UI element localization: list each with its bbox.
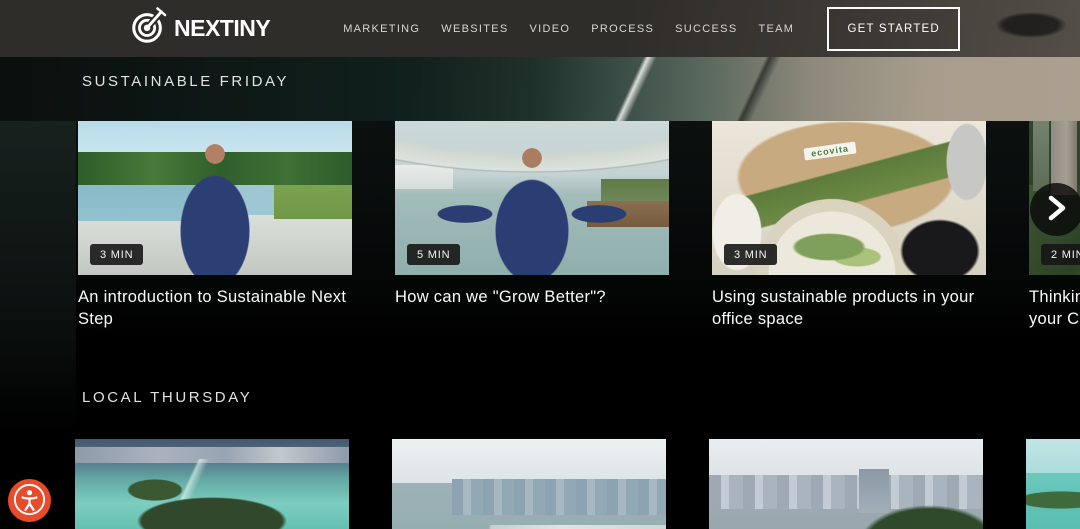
video-card — [75, 439, 349, 529]
nav-item-process[interactable]: PROCESS — [591, 23, 654, 35]
video-thumbnail[interactable]: 5 MIN — [395, 121, 669, 275]
video-title[interactable]: Thinkin your Cu — [1029, 286, 1080, 331]
video-thumbnail[interactable] — [709, 439, 983, 529]
duration-badge: 3 MIN — [724, 244, 777, 265]
video-title[interactable]: An introduction to Sustainable Next Step — [78, 286, 352, 331]
video-card — [392, 439, 666, 529]
duration-badge: 2 MIN — [1041, 244, 1080, 265]
main-nav: MARKETING WEBSITES VIDEO PROCESS SUCCESS… — [343, 23, 794, 35]
video-card — [709, 439, 983, 529]
logo-text: NEXTINY — [174, 15, 270, 42]
nav-item-success[interactable]: SUCCESS — [675, 23, 737, 35]
video-title[interactable]: Using sustainable products in your offic… — [712, 286, 986, 331]
chevron-right-icon — [1047, 195, 1067, 224]
section-title-local-thursday: LOCAL THURSDAY — [82, 389, 252, 406]
video-card: 5 MIN How can we "Grow Better"? — [395, 121, 669, 331]
nav-item-team[interactable]: TEAM — [758, 23, 794, 35]
video-row-sustainable-friday: 3 MIN An introduction to Sustainable Nex… — [78, 121, 1080, 331]
accessibility-widget-button[interactable] — [8, 479, 51, 522]
video-title[interactable]: How can we "Grow Better"? — [395, 286, 669, 308]
ecovita-box-label: ecovita — [803, 141, 856, 160]
video-thumbnail[interactable] — [1026, 439, 1080, 529]
page: NEXTINY MARKETING WEBSITES VIDEO PROCESS… — [0, 0, 1080, 529]
nav-item-websites[interactable]: WEBSITES — [441, 23, 508, 35]
accessibility-person-icon — [11, 481, 48, 521]
section-title-sustainable-friday: SUSTAINABLE FRIDAY — [82, 73, 289, 90]
video-thumbnail[interactable] — [392, 439, 666, 529]
target-arrow-icon — [129, 7, 167, 50]
video-title-line: your Cu — [1029, 308, 1080, 330]
nav-item-marketing[interactable]: MARKETING — [343, 23, 420, 35]
duration-badge: 3 MIN — [90, 244, 143, 265]
duration-badge: 5 MIN — [407, 244, 460, 265]
carousel-next-button[interactable] — [1030, 183, 1080, 236]
video-thumbnail[interactable] — [75, 439, 349, 529]
nav-item-video[interactable]: VIDEO — [530, 23, 571, 35]
video-thumbnail[interactable]: 3 MIN — [78, 121, 352, 275]
site-header: NEXTINY MARKETING WEBSITES VIDEO PROCESS… — [0, 0, 1080, 57]
video-card-clipped — [1026, 439, 1080, 529]
background-left-edge — [0, 121, 76, 431]
video-card: 3 MIN An introduction to Sustainable Nex… — [78, 121, 352, 331]
video-card: ecovita 3 MIN Using sustainable products… — [712, 121, 986, 331]
video-thumbnail[interactable]: ecovita 3 MIN — [712, 121, 986, 275]
video-row-local-thursday — [75, 439, 1080, 529]
get-started-button[interactable]: GET STARTED — [827, 7, 960, 51]
nextiny-logo[interactable]: NEXTINY — [129, 7, 270, 50]
video-title-line: Thinkin — [1029, 286, 1080, 308]
